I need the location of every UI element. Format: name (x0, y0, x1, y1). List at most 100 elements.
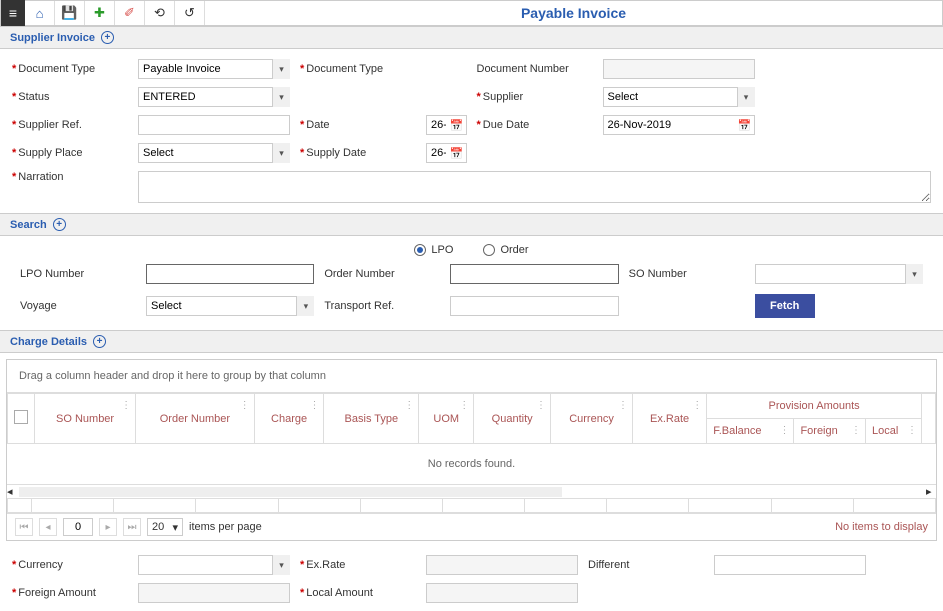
due-date-input[interactable]: 📅 (603, 115, 755, 135)
label-transport-ref: Transport Ref. (324, 300, 394, 312)
radio-lpo[interactable]: LPO (414, 244, 453, 256)
pager: ⏮ ◂ ▸ ⏭ 20▾ items per page No items to d… (7, 513, 936, 540)
no-records-message: No records found. (8, 444, 936, 485)
col-ex-rate[interactable]: Ex.Rate⋮ (633, 394, 707, 444)
col-order-number[interactable]: Order Number⋮ (136, 394, 255, 444)
document-number-input (603, 59, 755, 79)
page-size-select[interactable]: 20▾ (147, 518, 183, 536)
page-title: Payable Invoice (205, 5, 942, 21)
pager-first-icon[interactable]: ⏮ (15, 518, 33, 536)
pager-last-icon[interactable]: ⏭ (123, 518, 141, 536)
label-status: Status (18, 91, 49, 103)
pager-page-input[interactable] (63, 518, 93, 536)
section-label: Search (10, 219, 47, 231)
col-so-number[interactable]: SO Number⋮ (35, 394, 136, 444)
currency-select[interactable]: ▾ (138, 555, 290, 575)
home-icon[interactable]: ⌂ (25, 1, 55, 25)
expand-icon[interactable]: + (53, 218, 66, 231)
col-uom[interactable]: UOM⋮ (419, 394, 474, 444)
local-amount-input (426, 583, 578, 603)
chevron-down-icon[interactable]: ▾ (272, 555, 290, 575)
label-foreign-amount: Foreign Amount (18, 587, 96, 599)
date-input[interactable]: 📅 (426, 115, 467, 135)
foreign-amount-input (138, 583, 290, 603)
supplier-invoice-form: *Document Type *Document Type ▾ Document… (0, 49, 943, 213)
expand-icon[interactable]: + (93, 335, 106, 348)
refresh-icon[interactable]: ⟲ (145, 1, 175, 25)
section-search[interactable]: Search + (0, 213, 943, 236)
toolbar: ⌂ 💾 ✚ ✐ ⟲ ↺ (25, 1, 205, 25)
label-supply-place: Supply Place (18, 147, 82, 159)
label-voyage: Voyage (20, 300, 57, 312)
col-quantity[interactable]: Quantity⋮ (474, 394, 551, 444)
chevron-down-icon[interactable]: ▾ (296, 296, 314, 316)
label-different: Different (588, 559, 629, 571)
charge-details-grid: Drag a column header and drop it here to… (6, 359, 937, 541)
label-lpo-number: LPO Number (20, 268, 84, 280)
label-supplier: Supplier (483, 91, 523, 103)
chevron-down-icon[interactable]: ▾ (272, 87, 290, 107)
pager-next-icon[interactable]: ▸ (99, 518, 117, 536)
col-local[interactable]: Local⋮ (866, 419, 922, 444)
label-document-type: Document Type (306, 63, 383, 75)
save-icon[interactable]: 💾 (55, 1, 85, 25)
label-supplier-ref: Supplier Ref. (18, 119, 82, 131)
so-number-select[interactable]: ▾ (755, 264, 923, 284)
items-per-page-label: items per page (189, 521, 262, 533)
radio-icon[interactable] (483, 244, 495, 256)
label-narration: Narration (18, 171, 63, 183)
menu-icon[interactable]: ≡ (1, 0, 25, 26)
label-local-amount: Local Amount (306, 587, 373, 599)
calendar-icon[interactable]: 📅 (449, 117, 465, 133)
label-order-number: Order Number (324, 268, 394, 280)
undo-icon[interactable]: ↺ (175, 1, 205, 25)
title-bar: ≡ ⌂ 💾 ✚ ✐ ⟲ ↺ Payable Invoice (0, 0, 943, 26)
ex-rate-input (426, 555, 578, 575)
different-input[interactable] (714, 555, 866, 575)
radio-icon[interactable] (414, 244, 426, 256)
supply-place-select[interactable]: ▾ (138, 143, 290, 163)
label-ex-rate: Ex.Rate (306, 559, 345, 571)
chevron-down-icon[interactable]: ▾ (272, 143, 290, 163)
radio-order[interactable]: Order (483, 244, 528, 256)
transport-ref-input[interactable] (450, 296, 618, 316)
status-select[interactable]: ▾ (138, 87, 290, 107)
section-supplier-invoice[interactable]: Supplier Invoice + (0, 26, 943, 49)
calendar-icon[interactable]: 📅 (737, 117, 753, 133)
add-icon[interactable]: ✚ (85, 1, 115, 25)
erase-icon[interactable]: ✐ (115, 1, 145, 25)
col-charge[interactable]: Charge⋮ (254, 394, 324, 444)
col-provision-amounts: Provision Amounts (707, 394, 922, 419)
pager-prev-icon[interactable]: ◂ (39, 518, 57, 536)
supplier-select[interactable]: ▾ (603, 87, 755, 107)
col-foreign[interactable]: Foreign⋮ (794, 419, 866, 444)
label-document-number: Document Number (477, 63, 569, 75)
calendar-icon[interactable]: 📅 (449, 145, 465, 161)
supplier-ref-input[interactable] (138, 115, 290, 135)
section-charge-details[interactable]: Charge Details + (0, 330, 943, 353)
chevron-down-icon[interactable]: ▾ (905, 264, 923, 284)
label-date: Date (306, 119, 329, 131)
horizontal-scrollbar[interactable]: ◂▸ (7, 484, 936, 498)
order-number-input[interactable] (450, 264, 618, 284)
lpo-number-input[interactable] (146, 264, 314, 284)
col-basis-type[interactable]: Basis Type⋮ (324, 394, 419, 444)
chevron-down-icon[interactable]: ▾ (737, 87, 755, 107)
select-all-checkbox[interactable] (14, 410, 28, 424)
label-so-number: SO Number (629, 268, 687, 280)
label-supply-date: Supply Date (306, 147, 366, 159)
col-currency[interactable]: Currency⋮ (551, 394, 633, 444)
voyage-select[interactable]: ▾ (146, 296, 314, 316)
fetch-button[interactable]: Fetch (755, 294, 815, 318)
narration-textarea[interactable] (138, 171, 931, 203)
search-type-radios: LPO Order (0, 236, 943, 260)
supply-date-input[interactable]: 📅 (426, 143, 467, 163)
label-due-date: Due Date (483, 119, 529, 131)
label-currency: Currency (18, 559, 63, 571)
section-label: Charge Details (10, 336, 87, 348)
col-f-balance[interactable]: F.Balance⋮ (707, 419, 794, 444)
chevron-down-icon[interactable]: ▾ (272, 59, 290, 79)
group-drop-area[interactable]: Drag a column header and drop it here to… (7, 360, 936, 393)
expand-icon[interactable]: + (101, 31, 114, 44)
document-type-select[interactable]: ▾ (138, 59, 290, 79)
